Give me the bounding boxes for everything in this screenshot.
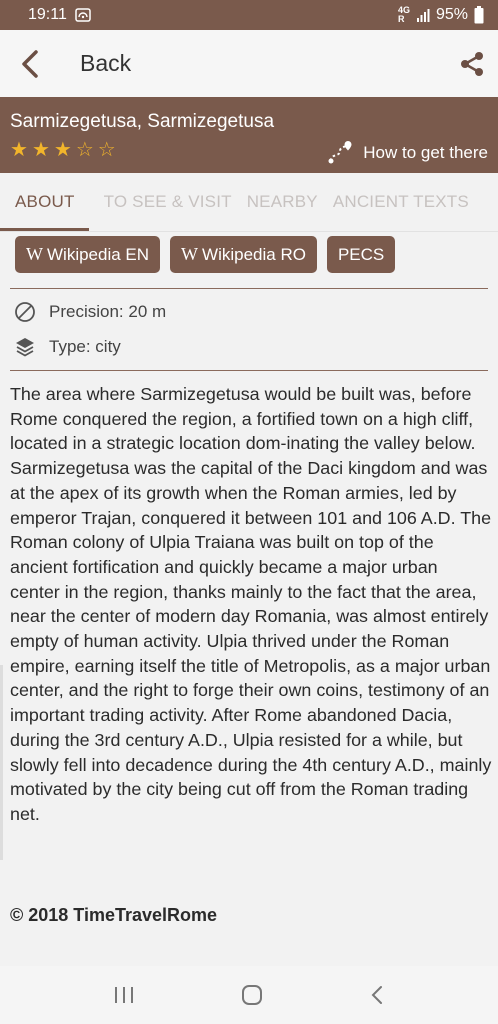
share-icon[interactable] [458, 50, 486, 78]
star-filled-icon: ★ [10, 139, 28, 161]
tab-about[interactable]: ABOUT [0, 173, 89, 231]
chevron-left-icon [22, 49, 38, 78]
system-nav-bar [0, 966, 498, 1024]
status-bar: 19:11 4G R 95% [0, 0, 498, 30]
precision-row: Precision: 20 m [14, 301, 166, 323]
edge-panel-handle[interactable] [0, 665, 3, 860]
layers-icon [16, 338, 34, 357]
back-button[interactable]: Back [0, 30, 131, 97]
home-icon[interactable] [241, 984, 263, 1006]
divider [10, 288, 488, 289]
status-time: 19:11 [28, 6, 67, 23]
back-label: Back [80, 50, 132, 76]
wikipedia-ro-label: Wikipedia RO [202, 244, 306, 264]
wikipedia-ro-button[interactable]: W Wikipedia RO [170, 236, 317, 273]
tab-nearby[interactable]: NEARBY [247, 173, 318, 231]
description-text: The area where Sarmizegetusa would be bu… [10, 384, 492, 824]
star-empty-icon: ☆ [97, 139, 116, 161]
type-row: Type: city [14, 336, 121, 358]
recent-apps-icon[interactable] [113, 985, 135, 1005]
external-links: W Wikipedia EN W Wikipedia RO PECS [15, 236, 396, 273]
star-rating: ★ ★ ★ ☆ ☆ [10, 140, 116, 160]
type-text: Type: city [49, 337, 121, 356]
wikipedia-en-button[interactable]: W Wikipedia EN [15, 236, 161, 273]
wikipedia-en-label: Wikipedia EN [47, 244, 150, 264]
tab-bar: ABOUT TO SEE & VISIT NEARBY ANCIENT TEXT… [0, 173, 498, 232]
divider [10, 370, 488, 371]
tab-to-see-and-visit[interactable]: TO SEE & VISIT [104, 173, 232, 231]
pecs-button[interactable]: PECS [326, 236, 396, 273]
place-header: Sarmizegetusa, Sarmizegetusa ★ ★ ★ ☆ ☆ H… [0, 97, 498, 173]
tab-ancient-texts[interactable]: ANCIENT TEXTS [333, 173, 469, 231]
how-to-get-there-button[interactable]: How to get there [327, 141, 488, 165]
battery-level: 95% [435, 6, 468, 23]
app-bar: Back [0, 30, 498, 97]
place-title: Sarmizegetusa, Sarmizegetusa [10, 111, 275, 132]
wikipedia-icon: W [26, 244, 43, 264]
copyright-text: © 2018 TimeTravelRome [10, 905, 218, 925]
pecs-label: PECS [337, 244, 385, 264]
battery-icon [474, 6, 484, 24]
wikipedia-icon: W [181, 244, 199, 264]
precision-text: Precision: 20 m [49, 302, 167, 321]
star-filled-icon: ★ [31, 139, 50, 161]
signal-icon [416, 9, 430, 22]
how-to-get-there-label: How to get there [363, 143, 488, 162]
route-icon [328, 141, 352, 164]
back-nav-icon[interactable] [369, 984, 385, 1006]
star-empty-icon: ☆ [75, 139, 94, 161]
network-type: 4G R [397, 5, 410, 24]
screen-cast-icon [75, 8, 91, 22]
star-filled-icon: ★ [53, 139, 72, 161]
precision-icon [15, 302, 35, 322]
